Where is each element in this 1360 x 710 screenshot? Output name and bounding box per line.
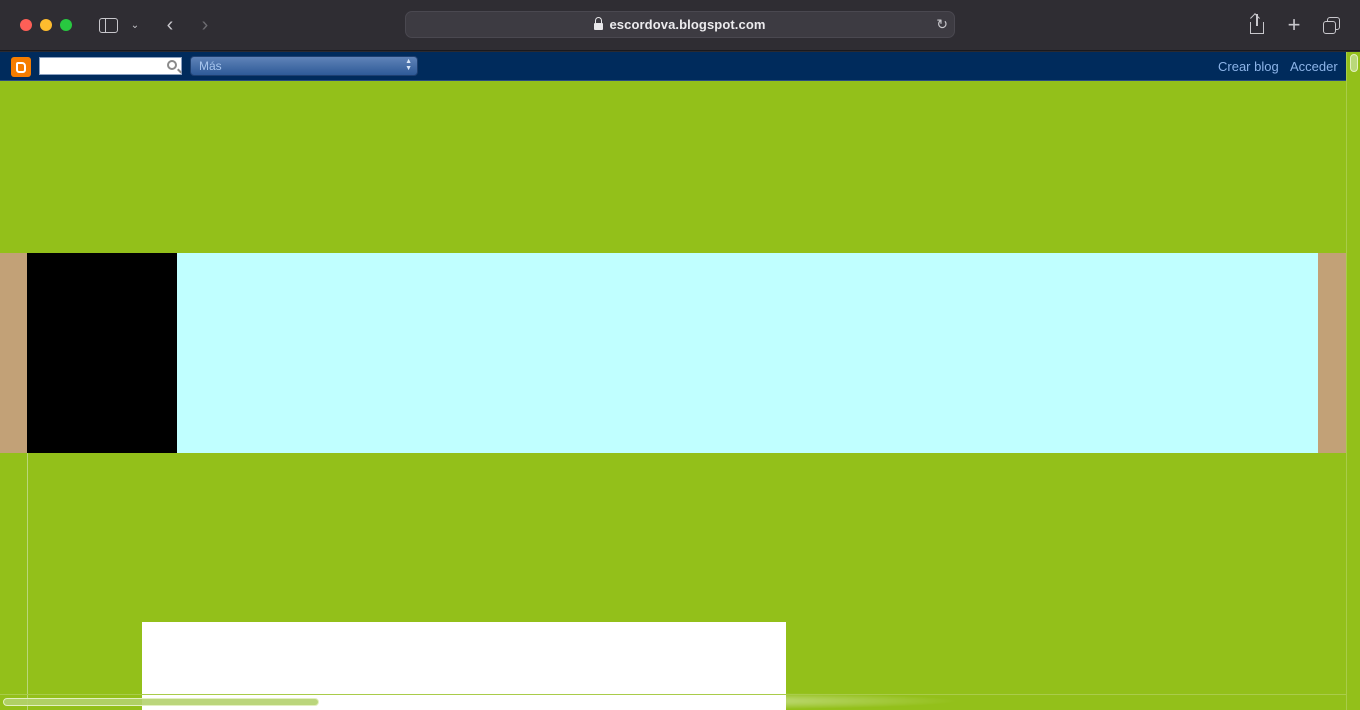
tab-group-chevron-down-icon[interactable]: ⌄ <box>128 14 142 36</box>
blog-header-title-area <box>177 253 1318 453</box>
sidebar-toggle-button[interactable] <box>97 14 119 36</box>
address-bar[interactable]: escordova.blogspot.com ↻ <box>405 11 955 38</box>
window-minimize-button[interactable] <box>40 19 52 31</box>
horizontal-scrollbar[interactable] <box>0 694 1346 710</box>
horizontal-scrollbar-thumb[interactable] <box>3 698 319 706</box>
search-icon[interactable] <box>167 60 177 70</box>
window-maximize-button[interactable] <box>60 19 72 31</box>
chevron-left-icon: ‹ <box>166 13 174 36</box>
back-button[interactable]: ‹ <box>160 14 180 36</box>
forward-button[interactable]: › <box>195 14 215 36</box>
page-viewport: Más ▲ ▼ Crear blog Acceder <box>0 52 1360 710</box>
navbar-search <box>39 57 182 76</box>
plus-icon: + <box>1287 12 1301 37</box>
chevron-right-icon: › <box>201 13 209 36</box>
reload-icon[interactable]: ↻ <box>936 16 948 33</box>
window-close-button[interactable] <box>20 19 32 31</box>
blogger-logo-icon[interactable] <box>11 57 31 77</box>
share-button[interactable] <box>1248 14 1266 36</box>
new-tab-button[interactable]: + <box>1284 12 1304 37</box>
vertical-scrollbar-thumb[interactable] <box>1350 54 1358 72</box>
blog-search-input[interactable] <box>40 60 160 76</box>
browser-toolbar: ⌄ ‹ › escordova.blogspot.com ↻ + <box>0 0 1360 51</box>
left-border-line <box>27 453 28 710</box>
blogger-navbar: Más ▲ ▼ Crear blog Acceder <box>0 52 1346 81</box>
address-url: escordova.blogspot.com <box>609 17 766 32</box>
lock-icon <box>594 16 604 31</box>
more-dropdown[interactable]: Más ▲ ▼ <box>190 56 418 76</box>
select-arrows-icon: ▲ ▼ <box>405 58 412 72</box>
login-link[interactable]: Acceder <box>1290 59 1338 74</box>
create-blog-link[interactable]: Crear blog <box>1218 59 1279 74</box>
more-dropdown-label: Más <box>199 59 222 73</box>
vertical-scrollbar[interactable] <box>1346 52 1360 710</box>
tab-overview-button[interactable] <box>1322 14 1342 36</box>
blog-header-image-left <box>27 253 177 453</box>
sidebar-icon <box>98 17 118 33</box>
